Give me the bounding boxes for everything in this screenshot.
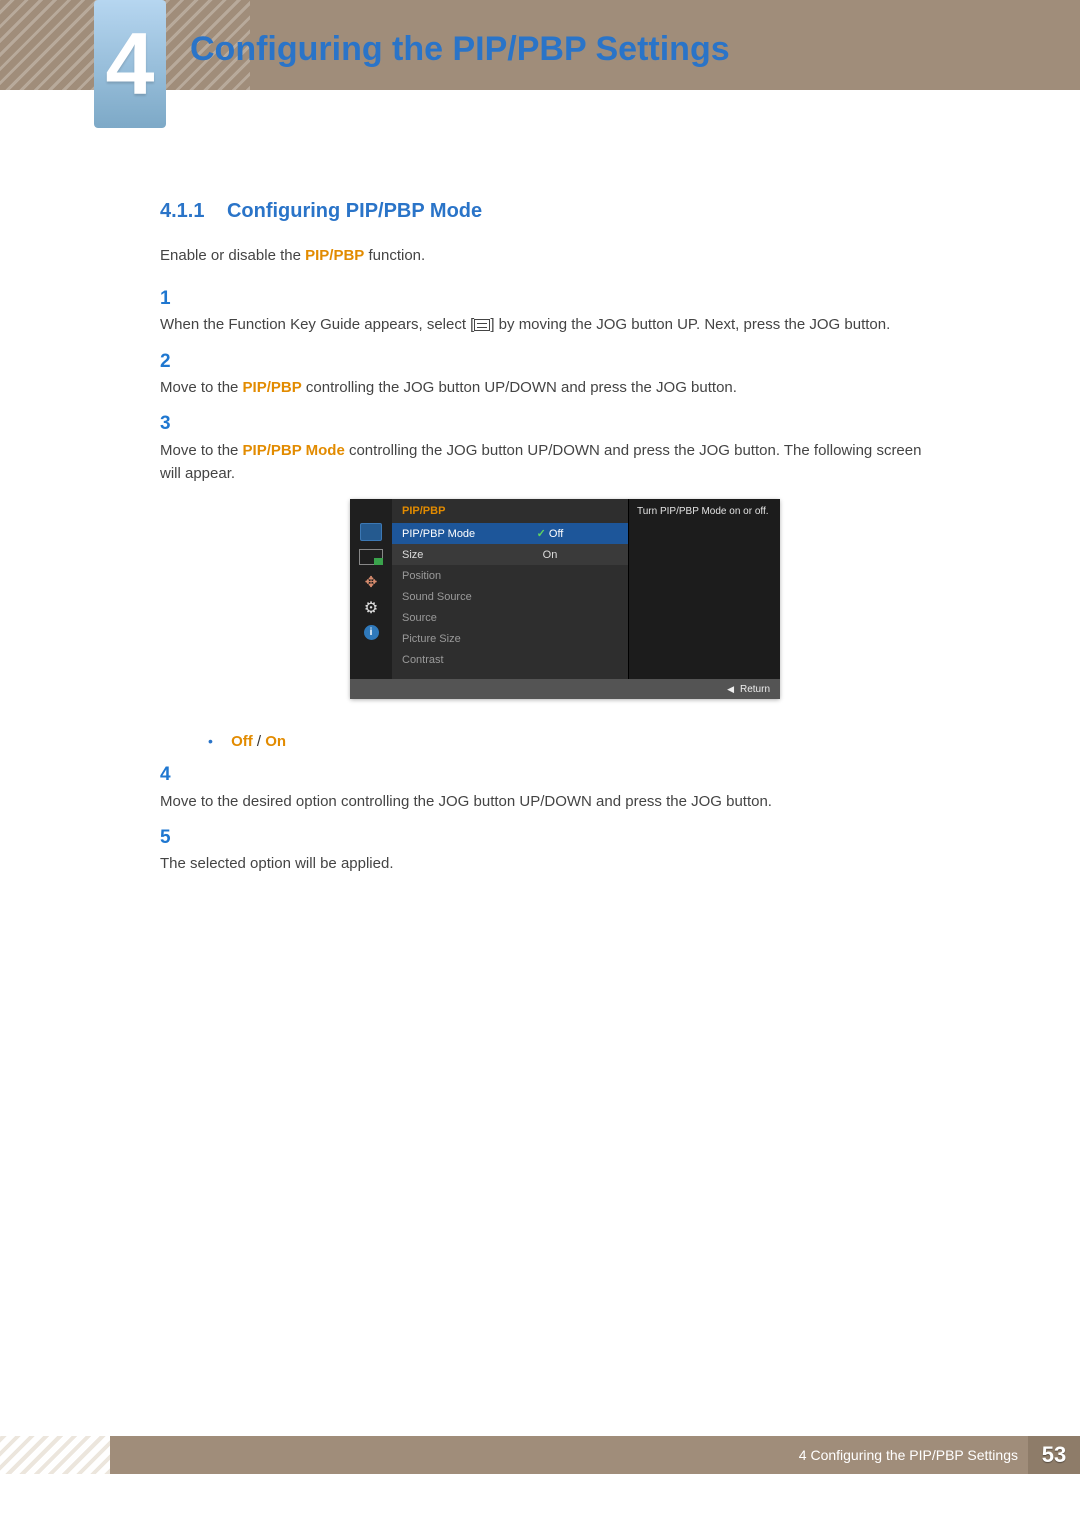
option-bullet: • Off / On <box>208 733 970 750</box>
osd-row-size[interactable]: Size On <box>392 544 628 565</box>
triangle-left-icon: ◀ <box>727 684 734 695</box>
osd-label: PIP/PBP Mode <box>402 528 482 540</box>
osd-label: Sound Source <box>402 591 482 603</box>
step-num: 1 <box>160 284 186 313</box>
step-num: 3 <box>160 409 186 438</box>
option-off: Off <box>231 733 253 750</box>
chapter-badge: 4 <box>94 0 166 128</box>
osd-row-source[interactable]: Source <box>392 607 628 628</box>
footer-stripes <box>0 1436 110 1474</box>
osd-label: Size <box>402 549 482 561</box>
step-num: 4 <box>160 760 186 789</box>
chapter-title: Configuring the PIP/PBP Settings <box>190 30 730 69</box>
chapter-number: 4 <box>106 20 155 108</box>
arrows-icon: ✥ <box>360 573 382 591</box>
step-text: The selected option will be applied. <box>160 852 940 875</box>
steps-list-1: 1 When the Function Key Guide appears, s… <box>160 284 970 485</box>
osd-row-contrast[interactable]: Contrast <box>392 649 628 670</box>
step-text-b: controlling the JOG button UP/DOWN and p… <box>302 379 737 396</box>
page-header: 4 Configuring the PIP/PBP Settings <box>0 0 1080 130</box>
osd-label: Contrast <box>402 654 482 666</box>
osd-label: Position <box>402 570 482 582</box>
step-text-a: Move to the <box>160 442 243 459</box>
step-num: 2 <box>160 347 186 376</box>
step-3: 3 Move to the PIP/PBP Mode controlling t… <box>160 409 970 485</box>
monitor-icon <box>360 523 382 541</box>
osd-screenshot: ✥ ⚙ i PIP/PBP PIP/PBP Mode Off Size On <box>160 499 970 699</box>
step-highlight: PIP/PBP Mode <box>243 442 345 459</box>
intro-a: Enable or disable the <box>160 247 305 264</box>
step-4: 4 Move to the desired option controlling… <box>160 760 970 813</box>
osd-help: Turn PIP/PBP Mode on or off. <box>628 499 780 679</box>
osd-panel: ✥ ⚙ i PIP/PBP PIP/PBP Mode Off Size On <box>350 499 780 699</box>
page-content: 4.1.1 Configuring PIP/PBP Mode Enable or… <box>0 130 1080 876</box>
osd-value: Off <box>482 527 618 540</box>
osd-return-label[interactable]: Return <box>740 684 770 695</box>
step-text-b: ] by moving the JOG button UP. Next, pre… <box>490 316 890 333</box>
pip-icon <box>359 549 383 565</box>
intro-highlight: PIP/PBP <box>305 247 364 264</box>
step-text-a: When the Function Key Guide appears, sel… <box>160 316 474 333</box>
footer-strip: 4 Configuring the PIP/PBP Settings 53 <box>110 1436 1080 1474</box>
steps-list-2: 4 Move to the desired option controlling… <box>160 760 970 875</box>
step-num: 5 <box>160 823 186 852</box>
osd-row-sound[interactable]: Sound Source <box>392 586 628 607</box>
section-number: 4.1.1 <box>160 200 204 222</box>
footer-label: 4 Configuring the PIP/PBP Settings <box>799 1447 1018 1463</box>
intro-text: Enable or disable the PIP/PBP function. <box>160 247 970 264</box>
osd-label: Picture Size <box>402 633 482 645</box>
osd-row-mode[interactable]: PIP/PBP Mode Off <box>392 523 628 544</box>
menu-icon <box>474 319 490 331</box>
step-text-a: Move to the <box>160 379 243 396</box>
osd-label: Source <box>402 612 482 624</box>
osd-value: On <box>482 549 618 561</box>
osd-heading: PIP/PBP <box>392 499 628 523</box>
step-5: 5 The selected option will be applied. <box>160 823 970 876</box>
step-text: Move to the desired option controlling t… <box>160 790 940 813</box>
bullet-dot-icon: • <box>208 733 213 749</box>
section-title: Configuring PIP/PBP Mode <box>227 200 482 222</box>
step-1: 1 When the Function Key Guide appears, s… <box>160 284 970 337</box>
page-footer: 4 Configuring the PIP/PBP Settings 53 <box>0 1436 1080 1474</box>
step-2: 2 Move to the PIP/PBP controlling the JO… <box>160 347 970 400</box>
page-number: 53 <box>1042 1442 1066 1468</box>
osd-sidebar: ✥ ⚙ i <box>350 499 392 679</box>
info-icon: i <box>364 625 379 640</box>
section-heading: 4.1.1 Configuring PIP/PBP Mode <box>160 200 970 223</box>
osd-row-position[interactable]: Position <box>392 565 628 586</box>
gear-icon: ⚙ <box>360 599 382 617</box>
page-number-box: 53 <box>1028 1436 1080 1474</box>
osd-footer: ◀ Return <box>350 679 780 699</box>
option-sep: / <box>253 733 266 750</box>
osd-row-picture-size[interactable]: Picture Size <box>392 628 628 649</box>
osd-menu: PIP/PBP PIP/PBP Mode Off Size On Positio… <box>392 499 628 679</box>
osd-tip: Turn PIP/PBP Mode on or off. <box>629 499 780 525</box>
step-highlight: PIP/PBP <box>243 379 302 396</box>
intro-b: function. <box>364 247 425 264</box>
option-on: On <box>265 733 286 750</box>
